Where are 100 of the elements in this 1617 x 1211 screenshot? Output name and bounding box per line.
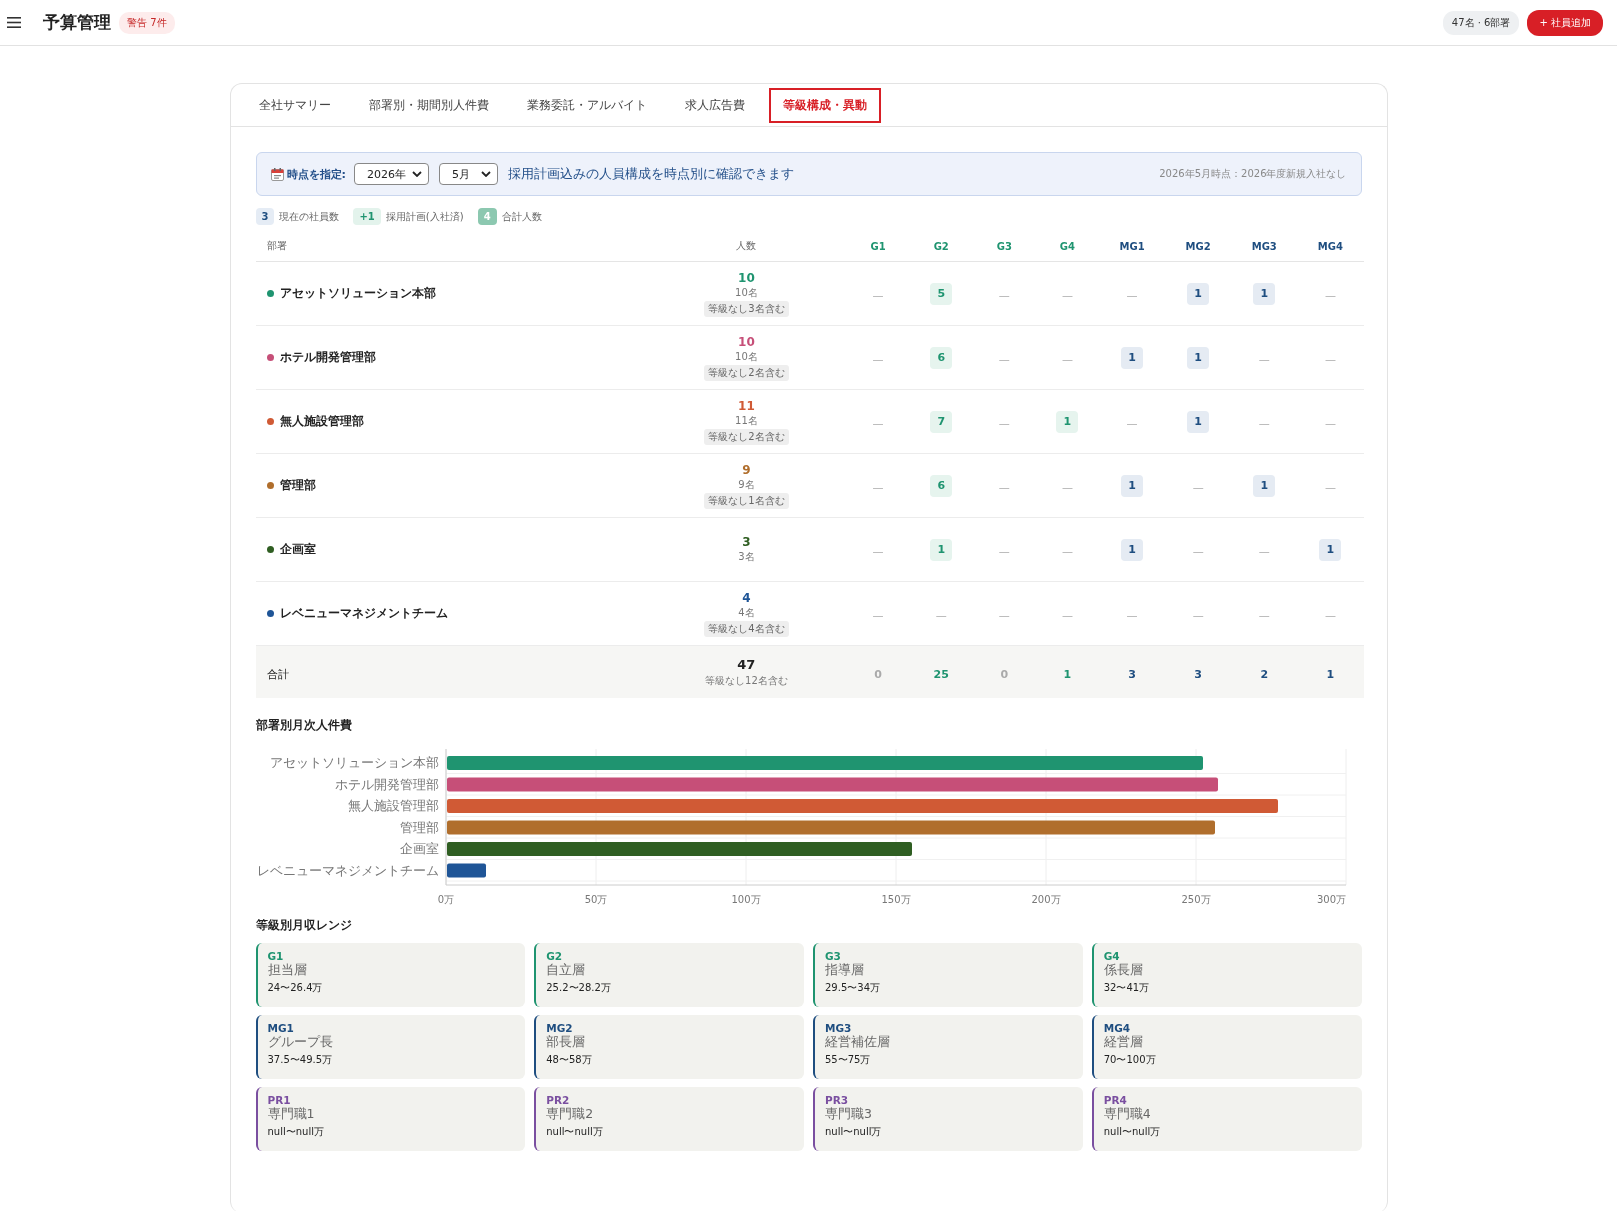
headcount-sub: 4名 [738, 605, 755, 620]
add-employee-button[interactable]: + 社員追加 [1527, 9, 1603, 36]
grade-name: 部長層 [546, 1034, 587, 1051]
grade-count: 7 [930, 411, 953, 433]
tab[interactable]: 全社サマリー [244, 87, 345, 123]
headcount: 11 [738, 398, 755, 413]
empty-dash: — [998, 481, 1010, 494]
grade-code: PR4 [1103, 1094, 1128, 1106]
empty-dash: — [1258, 609, 1270, 622]
tab[interactable]: 部署別・期間別人件費 [354, 87, 503, 123]
grade-count: 1 [1121, 475, 1144, 497]
chevron-icon [411, 171, 422, 177]
empty-dash: — [1324, 289, 1336, 302]
column-header: G4 [1035, 231, 1099, 262]
department-name: レベニューマネジメントチーム [279, 606, 448, 621]
legend-label: 採用計画(入社済) [385, 209, 464, 224]
empty-dash: — [1061, 353, 1073, 366]
empty-dash: — [872, 481, 884, 494]
axis-label: ホテル開発管理部 [334, 776, 439, 792]
empty-dash: — [998, 545, 1010, 558]
legend-label: 現在の社員数 [279, 209, 340, 224]
tick-label: 200万 [1030, 894, 1061, 905]
axis-label: 企画室 [399, 841, 439, 856]
grade-total: 0 [874, 667, 882, 681]
empty-dash: — [872, 353, 884, 366]
empty-dash: — [998, 289, 1010, 302]
empty-dash: — [935, 609, 947, 622]
total-headcount: 47 [737, 656, 756, 672]
salary-range: 70〜100万 [1103, 1053, 1157, 1067]
empty-dash: — [1126, 417, 1138, 430]
grade-count: 6 [930, 475, 953, 497]
calendar-icon [270, 167, 284, 181]
filter-label: 時点を指定: [286, 166, 346, 182]
grade-count: 1 [1187, 283, 1210, 305]
empty-dash: — [1258, 545, 1270, 558]
month-select[interactable]: 5月 [438, 163, 498, 185]
grade-count: 6 [930, 347, 953, 369]
grade-total: 2 [1260, 667, 1269, 681]
column-header: MG2 [1165, 231, 1232, 262]
headcount-sub: 9名 [738, 477, 755, 492]
salary-range: 25.2〜28.2万 [546, 981, 612, 995]
empty-dash: — [998, 417, 1010, 430]
tab[interactable]: 求人広告費 [670, 87, 759, 123]
salary-range: 24〜26.4万 [267, 981, 324, 995]
salary-range: 37.5〜49.5万 [267, 1053, 334, 1067]
salary-range: null〜null万 [1103, 1125, 1162, 1139]
headcount-sub: 11名 [735, 413, 758, 428]
tick-label: 0万 [437, 894, 454, 905]
department-name: 企画室 [279, 542, 316, 557]
grade-code: G4 [1103, 950, 1121, 962]
tab[interactable]: 業務委託・アルバイト [512, 87, 661, 123]
empty-dash: — [1126, 609, 1138, 622]
column-header: G1 [846, 231, 910, 262]
grade-name: 専門職3 [825, 1106, 873, 1123]
department-name: アセットソリューション本部 [279, 286, 436, 301]
column-header: 部署 [255, 231, 647, 262]
headcount: 10 [738, 334, 755, 349]
salary-range: 32〜41万 [1103, 981, 1151, 995]
filter-hint: 採用計画込みの人員構成を時点別に確認できます [507, 165, 794, 183]
grade-name: 担当層 [267, 962, 308, 979]
empty-dash: — [1126, 289, 1138, 302]
grade-code: MG4 [1103, 1022, 1132, 1034]
year-select[interactable]: 2026年 [353, 163, 429, 185]
grade-name: 専門職4 [1103, 1106, 1152, 1123]
empty-dash: — [1061, 481, 1073, 494]
department-name: ホテル開発管理部 [279, 350, 376, 365]
empty-dash: — [998, 609, 1010, 622]
legend-badge: 3 [255, 208, 275, 225]
grade-code: PR1 [267, 1094, 292, 1106]
empty-dash: — [1061, 289, 1073, 302]
column-header: G2 [909, 231, 973, 262]
total-label: 合計 [266, 667, 289, 680]
page-title: 予算管理 [43, 11, 111, 34]
department-name: 管理部 [279, 478, 316, 493]
grade-count: 1 [1121, 347, 1144, 369]
grade-name: 専門職1 [267, 1106, 316, 1123]
axis-label: レベニューマネジメントチーム [256, 862, 439, 878]
grade-count: 1 [1056, 411, 1079, 433]
empty-dash: — [1192, 609, 1204, 622]
empty-dash: — [1061, 545, 1073, 558]
tick-label: 100万 [730, 894, 761, 905]
section-title: 部署別月次人件費 [255, 718, 353, 733]
menu-icon[interactable] [7, 17, 21, 28]
salary-range: null〜null万 [825, 1125, 883, 1139]
column-header: MG3 [1231, 231, 1298, 262]
ungraded-note: 等級なし2名含む [704, 364, 789, 381]
headcount: 4 [742, 590, 751, 605]
grade-name: グループ長 [267, 1034, 334, 1051]
grade-total: 25 [933, 667, 949, 681]
ungraded-note: 等級なし2名含む [704, 428, 789, 445]
empty-dash: — [998, 353, 1010, 366]
grade-count: 1 [1121, 539, 1144, 561]
empty-dash: — [1324, 417, 1336, 430]
grade-name: 専門職2 [546, 1106, 595, 1123]
headcount-sub: 3名 [738, 549, 755, 564]
grade-code: G1 [267, 950, 285, 962]
headcount: 10 [738, 270, 755, 285]
tick-label: 50万 [584, 894, 607, 905]
tab[interactable]: 等級構成・異動 [768, 87, 881, 123]
total-note: 等級なし12名含む [705, 673, 788, 688]
